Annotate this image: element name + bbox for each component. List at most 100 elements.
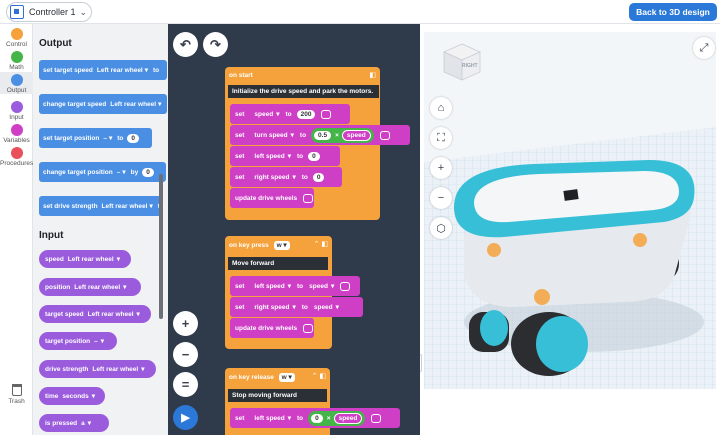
viewer-zoom-out-button[interactable]: − (430, 187, 452, 209)
update-drive-wheels-block[interactable]: update drive wheels (230, 318, 314, 338)
var-dropdown[interactable]: right speed (254, 174, 289, 181)
on-start-block[interactable]: on start ◧ Initialize the drive speed an… (225, 67, 410, 220)
panel-resize-handle[interactable] (420, 354, 422, 372)
speed-variable[interactable]: speed (314, 304, 333, 311)
zoom-in-button[interactable]: + (173, 311, 198, 336)
expand-view-button[interactable]: ⤢ (693, 37, 715, 59)
on-key-release-block[interactable]: on key release w ▾ ⌃ ◧ Stop moving forwa… (225, 368, 400, 435)
value-input[interactable]: 0 (311, 413, 323, 423)
collapse-icon[interactable]: ⌃ ◧ (312, 372, 326, 380)
var-dropdown[interactable]: right speed (254, 304, 289, 311)
multiply-block[interactable]: 0 × speed (308, 410, 366, 426)
value-input[interactable]: 200 (296, 109, 316, 119)
3d-viewport[interactable]: RIGHT (424, 32, 716, 389)
home-button[interactable]: ⌂ (430, 97, 452, 119)
comment-icon[interactable]: ◧ (369, 71, 376, 79)
block-target-speed[interactable]: target speed Left rear wheel ▾ (39, 305, 151, 323)
category-label: Control (6, 41, 27, 48)
speed-variable[interactable]: speed (333, 412, 363, 424)
comment-bubble-icon[interactable] (303, 323, 314, 333)
block-speed[interactable]: speed Left rear wheel ▾ (39, 250, 131, 268)
category-output[interactable]: Output (0, 72, 33, 94)
fit-view-button[interactable]: ⛶ (430, 127, 452, 149)
set-right-speed-block[interactable]: set right speed ▾ to 0 (230, 167, 342, 187)
trash[interactable]: Trash (0, 384, 33, 405)
block-text: speed (45, 255, 64, 263)
block-value[interactable]: 0 (142, 167, 154, 177)
block-param[interactable]: Left rear wheel (92, 366, 138, 373)
category-control[interactable]: Control (0, 28, 33, 48)
block-text: set target speed (43, 66, 93, 74)
block-param[interactable]: Left rear wheel (97, 67, 143, 74)
code-workspace[interactable]: ↶ ↷ on start ◧ Initialize the drive spee… (168, 24, 420, 435)
block-drive-strength[interactable]: drive strength Left rear wheel ▾ (39, 360, 156, 378)
undo-button[interactable]: ↶ (173, 32, 198, 57)
block-param[interactable]: Left rear wheel (110, 101, 156, 108)
update-drive-wheels-block[interactable]: update drive wheels (230, 188, 314, 208)
block-param[interactable]: – (103, 135, 107, 142)
back-to-3d-button[interactable]: Back to 3D design (629, 3, 717, 21)
value-input[interactable]: 0 (308, 151, 320, 161)
var-dropdown[interactable]: speed (254, 111, 273, 118)
set-left-speed-block[interactable]: set left speed ▾ to 0 (230, 146, 340, 166)
variables-dot-icon (10, 124, 23, 136)
var-dropdown[interactable]: left speed (254, 153, 284, 160)
run-button[interactable]: ▶ (173, 405, 198, 430)
operator[interactable]: × (327, 415, 331, 422)
zoom-reset-button[interactable]: = (173, 372, 198, 397)
viewer-zoom-in-button[interactable]: + (430, 157, 452, 179)
multiply-block[interactable]: 0.5 × speed (311, 127, 374, 143)
controller-select[interactable]: Controller 1 ⌄ (6, 2, 92, 22)
comment-bubble-icon[interactable] (340, 281, 351, 291)
category-variables[interactable]: Variables (0, 124, 33, 144)
set-left-speed-block[interactable]: set left speed ▾ to speed ▾ (230, 276, 360, 296)
var-dropdown[interactable]: turn speed (254, 132, 287, 139)
var-dropdown[interactable]: left speed (254, 415, 284, 422)
flyout-scrollbar[interactable] (159, 174, 163, 319)
on-key-press-block[interactable]: on key press w ▾ ⌃ ◧ Move forward set le… (225, 236, 363, 349)
value-input[interactable]: 0 (312, 172, 325, 182)
block-param[interactable]: Left rear wheel (102, 203, 148, 210)
var-dropdown[interactable]: left speed (254, 283, 284, 290)
set-left-speed-block[interactable]: set left speed ▾ to 0 × speed (230, 408, 400, 428)
block-set-target-speed[interactable]: set target speed Left rear wheel ▾ to (39, 60, 167, 80)
collapse-icon[interactable]: ⌃ ◧ (314, 240, 328, 248)
speed-variable[interactable]: speed (309, 283, 328, 290)
comment-bubble-icon[interactable] (321, 109, 332, 119)
block-param[interactable]: – (117, 169, 121, 176)
key-dropdown[interactable]: w ▾ (278, 373, 295, 382)
redo-button[interactable]: ↷ (203, 32, 228, 57)
set-turn-speed-block[interactable]: set turn speed ▾ to 0.5 × speed (230, 125, 410, 145)
block-change-target-speed[interactable]: change target speed Left rear wheel ▾ (39, 94, 167, 114)
block-param[interactable]: Left rear wheel (68, 256, 114, 263)
view-cube[interactable] (443, 43, 481, 81)
block-param[interactable]: Left rear wheel (88, 311, 134, 318)
category-math[interactable]: Math (0, 51, 33, 71)
key-dropdown[interactable]: w ▾ (273, 241, 290, 250)
comment-bubble-icon[interactable] (303, 193, 314, 203)
set-speed-block[interactable]: set speed ▾ to 200 (230, 104, 350, 124)
operator[interactable]: × (335, 132, 339, 139)
block-set-drive-strength[interactable]: set drive strength Left rear wheel ▾ to (39, 196, 164, 216)
block-param[interactable]: – (94, 338, 98, 345)
category-procedures[interactable]: Procedures (0, 147, 33, 167)
block-param[interactable]: seconds (62, 393, 88, 400)
block-is-pressed[interactable]: is pressed a ▾ (39, 414, 109, 432)
category-label: Input (9, 114, 24, 121)
block-position[interactable]: position Left rear wheel ▾ (39, 278, 141, 296)
block-set-target-position[interactable]: set target position – ▾ to 0 (39, 128, 152, 148)
block-target-position[interactable]: target position – ▾ (39, 332, 117, 350)
value-input[interactable]: 0.5 (314, 130, 332, 140)
comment-bubble-icon[interactable] (371, 413, 382, 423)
block-time[interactable]: time seconds ▾ (39, 387, 105, 405)
category-input[interactable]: Input (0, 101, 33, 121)
speed-variable[interactable]: speed (341, 129, 371, 141)
zoom-out-button[interactable]: − (173, 342, 198, 367)
comment-bubble-icon[interactable] (379, 130, 390, 140)
perspective-button[interactable]: ⬡ (430, 217, 452, 239)
block-change-target-position[interactable]: change target position – ▾ by 0 (39, 162, 166, 182)
set-right-speed-block[interactable]: set right speed ▾ to speed ▾ (230, 297, 363, 317)
block-param[interactable]: Left rear wheel (74, 284, 120, 291)
block-value[interactable]: 0 (127, 133, 139, 143)
block-param[interactable]: a (81, 420, 85, 427)
